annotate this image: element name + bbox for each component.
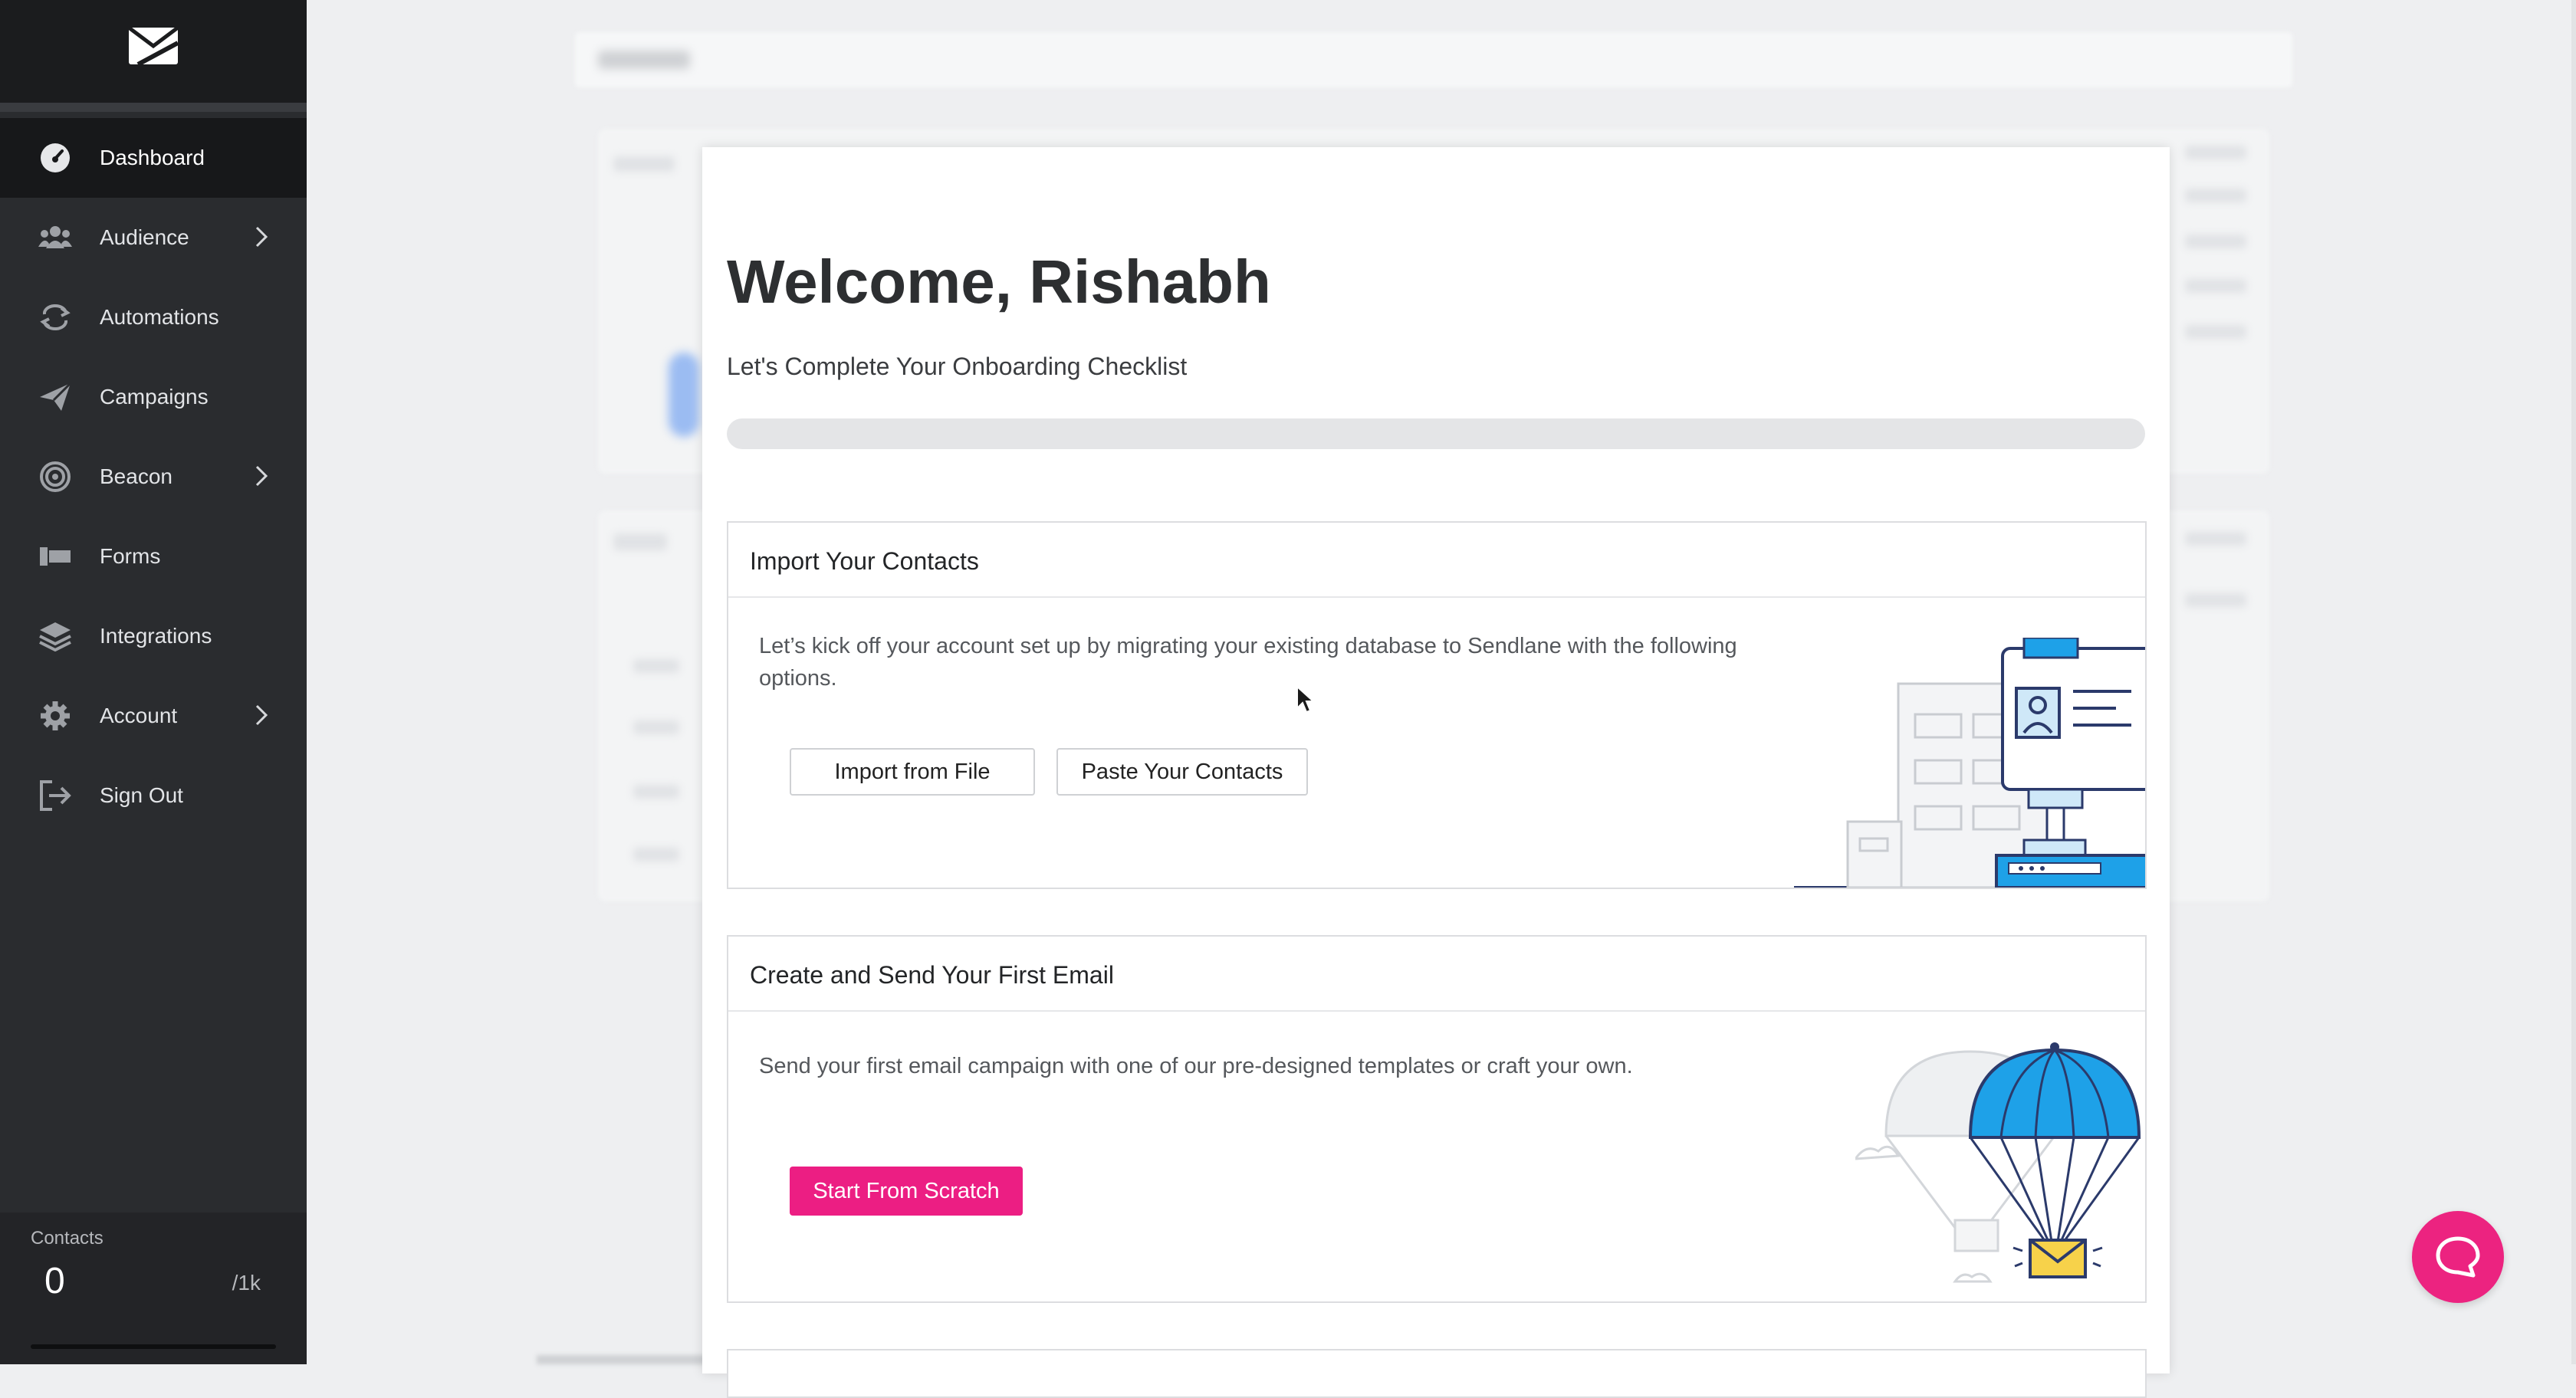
background-chart-shape: [669, 353, 699, 437]
contacts-usage-bar: [31, 1344, 276, 1349]
sidebar-item-audience[interactable]: Audience: [0, 198, 307, 277]
layers-icon: [39, 622, 71, 651]
sendlane-logo-icon: [127, 26, 179, 66]
onboarding-card-partial: [727, 1349, 2147, 1398]
chevron-right-icon: [255, 226, 268, 248]
paper-plane-icon: [40, 382, 72, 411]
beacon-radar-icon: [40, 461, 71, 492]
page-title: Welcome, Rishabh: [727, 248, 1271, 316]
sidebar: Dashboard Audience Automations Campaigns…: [0, 0, 307, 1364]
card-description: Let’s kick off your account set up by mi…: [759, 634, 1737, 691]
sidebar-item-automations[interactable]: Automations: [0, 277, 307, 357]
parachute-envelope-illustration: [1855, 1042, 2141, 1283]
users-icon: [38, 226, 72, 248]
dashboard-gauge-icon: [41, 143, 70, 172]
sidebar-item-label: Forms: [100, 544, 161, 568]
chevron-right-icon: [255, 465, 268, 487]
refresh-icon: [40, 304, 71, 331]
sidebar-item-dashboard[interactable]: Dashboard: [0, 118, 307, 198]
background-placeholder: [613, 156, 675, 172]
import-from-file-button[interactable]: Import from File: [790, 748, 1035, 796]
sidebar-item-campaigns[interactable]: Campaigns: [0, 357, 307, 437]
contact-card-illustration: [1794, 638, 2145, 888]
sign-out-icon: [40, 780, 71, 811]
sidebar-nav: Dashboard Audience Automations Campaigns…: [0, 118, 307, 835]
background-placeholder: [2185, 325, 2246, 339]
contacts-usage: Contacts 0 /1k: [0, 1213, 307, 1364]
sidebar-item-label: Integrations: [100, 624, 212, 648]
help-chat-button[interactable]: [2412, 1211, 2504, 1303]
logo[interactable]: [0, 0, 307, 103]
contacts-label: Contacts: [31, 1228, 104, 1249]
card-header: Import Your Contacts: [728, 523, 2145, 598]
window-edge: [2571, 0, 2576, 1364]
sidebar-item-label: Audience: [100, 225, 189, 249]
background-placeholder: [633, 848, 679, 861]
forms-icon: [40, 547, 71, 566]
card-title: Import Your Contacts: [750, 547, 979, 575]
sidebar-item-label: Campaigns: [100, 385, 209, 409]
mouse-cursor-icon: [1296, 685, 1316, 714]
sidebar-item-sign-out[interactable]: Sign Out: [0, 756, 307, 835]
background-placeholder: [2185, 189, 2246, 202]
gear-icon: [41, 701, 70, 730]
sidebar-item-beacon[interactable]: Beacon: [0, 437, 307, 517]
sidebar-item-label: Sign Out: [100, 783, 183, 807]
card-header: Create and Send Your First Email: [728, 937, 2145, 1012]
background-placeholder: [633, 659, 679, 673]
card-title: Create and Send Your First Email: [750, 961, 1114, 989]
contacts-limit: /1k: [232, 1271, 261, 1295]
start-from-scratch-button[interactable]: Start From Scratch: [790, 1167, 1023, 1216]
contacts-count: 0: [44, 1261, 65, 1301]
background-placeholder: [633, 720, 679, 734]
sidebar-item-account[interactable]: Account: [0, 676, 307, 756]
sidebar-item-label: Account: [100, 704, 178, 727]
sidebar-item-label: Dashboard: [100, 146, 205, 169]
background-header-text: [598, 51, 690, 69]
sidebar-divider: [0, 103, 307, 112]
sidebar-item-integrations[interactable]: Integrations: [0, 596, 307, 676]
background-placeholder: [633, 785, 679, 799]
chevron-right-icon: [255, 704, 268, 726]
page-subtitle: Let's Complete Your Onboarding Checklist: [727, 353, 1188, 380]
sidebar-item-label: Beacon: [100, 464, 172, 488]
background-placeholder: [2185, 593, 2246, 607]
import-contacts-card: Import Your Contacts Let’s kick off your…: [727, 521, 2147, 889]
paste-contacts-button[interactable]: Paste Your Contacts: [1056, 748, 1308, 796]
background-placeholder: [2185, 146, 2246, 159]
background-placeholder: [2185, 279, 2246, 293]
background-placeholder: [613, 533, 667, 550]
sidebar-item-forms[interactable]: Forms: [0, 517, 307, 596]
background-header: [575, 32, 2292, 87]
background-placeholder: [2185, 532, 2246, 546]
chat-bubble-icon: [2436, 1236, 2480, 1278]
onboarding-progress-bar: [727, 418, 2145, 449]
background-placeholder: [2185, 235, 2246, 248]
sidebar-item-label: Automations: [100, 305, 219, 329]
first-email-card: Create and Send Your First Email Send yo…: [727, 935, 2147, 1303]
card-description: Send your first email campaign with one …: [759, 1054, 1633, 1078]
